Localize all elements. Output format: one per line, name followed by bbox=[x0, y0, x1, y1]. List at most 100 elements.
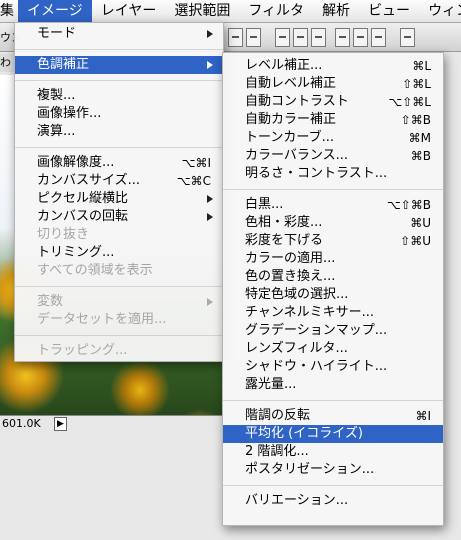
status-menu-button[interactable]: ▶ bbox=[54, 417, 67, 431]
menu-item-image-size[interactable]: 画像解像度... ⌥⌘I bbox=[15, 154, 223, 172]
menu-item-label: 色相・彩度... bbox=[245, 215, 323, 230]
shortcut-label: ⌥⇧⌘B bbox=[386, 198, 431, 212]
menu-select[interactable]: 選択範囲 bbox=[165, 0, 239, 22]
shortcut-label: ⌘M bbox=[408, 131, 431, 145]
distribute-middle-icon[interactable] bbox=[293, 28, 308, 47]
menu-item-auto-color[interactable]: 自動カラー補正 ⇧⌘B bbox=[223, 111, 443, 129]
distribute-right-icon[interactable] bbox=[371, 28, 386, 47]
menu-item-label: 自動カラー補正 bbox=[245, 112, 337, 127]
menu-item-trap: トラッピング... bbox=[15, 342, 223, 360]
menu-item-label: 自動コントラスト bbox=[245, 94, 349, 109]
distribute-center-icon[interactable] bbox=[353, 28, 368, 47]
menu-item-pixel-aspect[interactable]: ピクセル縦横比 bbox=[15, 190, 223, 208]
menu-item-color-balance[interactable]: カラーバランス... ⌘B bbox=[223, 147, 443, 165]
menu-item-label: 自動レベル補正 bbox=[245, 76, 337, 91]
menu-item-label: 階調の反転 bbox=[245, 408, 311, 423]
menu-item-label: 変数 bbox=[37, 294, 64, 309]
menu-item-trim[interactable]: トリミング... bbox=[15, 244, 223, 262]
menu-item-replace-color[interactable]: 色の置き換え... bbox=[223, 268, 443, 286]
shortcut-label: ⇧⌘B bbox=[400, 113, 431, 127]
menu-item-apply-image[interactable]: 画像操作... bbox=[15, 105, 223, 123]
menu-item-black-white[interactable]: 白黒... ⌥⇧⌘B bbox=[223, 196, 443, 214]
menu-item-adjustments[interactable]: 色調補正 bbox=[15, 56, 223, 74]
menu-layer[interactable]: レイヤー bbox=[92, 0, 166, 22]
document-size: 601.0K bbox=[2, 417, 41, 430]
menu-item-label: モード bbox=[37, 26, 77, 41]
menu-bar: 集 イメージ レイヤー 選択範囲 フィルタ 解析 ビュー ウィン bbox=[0, 0, 461, 23]
distribute-left-icon[interactable] bbox=[335, 28, 350, 47]
menu-item-posterize[interactable]: ポスタリゼーション... bbox=[223, 461, 443, 479]
menu-item-duplicate[interactable]: 複製... bbox=[15, 87, 223, 105]
menu-item-canvas-size[interactable]: カンバスサイズ... ⌥⌘C bbox=[15, 172, 223, 190]
menu-item-label: バリエーション... bbox=[245, 493, 349, 508]
menu-item-variations[interactable]: バリエーション... bbox=[223, 492, 443, 510]
menu-analysis[interactable]: 解析 bbox=[313, 0, 359, 22]
menu-item-curves[interactable]: トーンカーブ... ⌘M bbox=[223, 129, 443, 147]
shortcut-label: ⌘I bbox=[415, 409, 431, 423]
menu-item-apply-dataset: データセットを適用... bbox=[15, 311, 223, 329]
auto-align-icon[interactable] bbox=[400, 28, 415, 47]
shortcut-label: ⇧⌘U bbox=[400, 234, 431, 248]
shortcut-label: ⇧⌘L bbox=[402, 77, 431, 91]
menu-item-label: 画像操作... bbox=[37, 106, 102, 121]
menu-item-mode[interactable]: モード bbox=[15, 25, 223, 43]
menu-item-auto-levels[interactable]: 自動レベル補正 ⇧⌘L bbox=[223, 75, 443, 93]
menu-item-selective-color[interactable]: 特定色域の選択... bbox=[223, 286, 443, 304]
submenu-arrow-icon bbox=[207, 195, 213, 203]
menu-item-label: 色調補正 bbox=[37, 57, 90, 72]
menu-item-label: ポスタリゼーション... bbox=[245, 462, 375, 477]
menu-item-label: すべての領域を表示 bbox=[37, 263, 153, 278]
menu-item-channel-mixer[interactable]: チャンネルミキサー... bbox=[223, 304, 443, 322]
separator bbox=[223, 400, 443, 401]
menu-item-auto-contrast[interactable]: 自動コントラスト ⌥⇧⌘L bbox=[223, 93, 443, 111]
separator bbox=[15, 286, 223, 287]
menu-item-label: 色の置き換え... bbox=[245, 269, 336, 284]
menu-item-gradient-map[interactable]: グラデーションマップ... bbox=[223, 322, 443, 340]
menu-image[interactable]: イメージ bbox=[18, 0, 92, 22]
menu-item-label: 2 階調化... bbox=[245, 444, 309, 459]
menu-item-label: トーンカーブ... bbox=[245, 130, 334, 145]
separator bbox=[15, 49, 223, 50]
menu-item-label: 露光量... bbox=[245, 377, 297, 392]
menu-edit[interactable]: 集 bbox=[0, 0, 18, 22]
menu-item-label: 切り抜き bbox=[37, 227, 90, 242]
align-top-icon[interactable] bbox=[228, 28, 243, 47]
menu-item-label: 明るさ・コントラスト... bbox=[245, 166, 388, 181]
menu-item-shadow-highlight[interactable]: シャドウ・ハイライト... bbox=[223, 358, 443, 376]
menu-view[interactable]: ビュー bbox=[359, 0, 419, 22]
menu-filter[interactable]: フィルタ bbox=[239, 0, 313, 22]
menu-item-label: レベル補正... bbox=[245, 58, 323, 73]
submenu-arrow-icon bbox=[207, 298, 213, 306]
distribute-top-icon[interactable] bbox=[275, 28, 290, 47]
submenu-arrow-icon bbox=[207, 61, 213, 69]
menu-item-threshold[interactable]: 2 階調化... bbox=[223, 443, 443, 461]
menu-item-label: トラッピング... bbox=[37, 343, 128, 358]
menu-item-desaturate[interactable]: 彩度を下げる ⇧⌘U bbox=[223, 232, 443, 250]
menu-item-label: カンバスの回転 bbox=[37, 209, 129, 224]
menu-item-label: グラデーションマップ... bbox=[245, 323, 388, 338]
menu-item-crop: 切り抜き bbox=[15, 226, 223, 244]
menu-item-match-color[interactable]: カラーの適用... bbox=[223, 250, 443, 268]
menu-item-label: 彩度を下げる bbox=[245, 233, 324, 248]
menu-window[interactable]: ウィン bbox=[419, 0, 461, 22]
separator bbox=[15, 147, 223, 148]
shortcut-label: ⌘L bbox=[412, 59, 431, 73]
menu-item-label: 特定色域の選択... bbox=[245, 287, 349, 302]
menu-item-photo-filter[interactable]: レンズフィルタ... bbox=[223, 340, 443, 358]
align-middle-icon[interactable] bbox=[246, 28, 261, 47]
menu-item-invert[interactable]: 階調の反転 ⌘I bbox=[223, 407, 443, 425]
menu-item-calculations[interactable]: 演算... bbox=[15, 123, 223, 141]
menu-item-levels[interactable]: レベル補正... ⌘L bbox=[223, 57, 443, 75]
menu-item-variables: 変数 bbox=[15, 293, 223, 311]
menu-item-hue-saturation[interactable]: 色相・彩度... ⌘U bbox=[223, 214, 443, 232]
submenu-arrow-icon bbox=[207, 213, 213, 221]
tab-strip-label: わり bbox=[0, 56, 11, 69]
menu-item-exposure[interactable]: 露光量... bbox=[223, 376, 443, 394]
menu-item-equalize[interactable]: 平均化 (イコライズ) bbox=[223, 425, 443, 443]
submenu-arrow-icon bbox=[207, 30, 213, 38]
menu-item-label: トリミング... bbox=[37, 245, 115, 260]
menu-item-brightness-contrast[interactable]: 明るさ・コントラスト... bbox=[223, 165, 443, 183]
separator bbox=[223, 485, 443, 486]
menu-item-rotate-canvas[interactable]: カンバスの回転 bbox=[15, 208, 223, 226]
distribute-bottom-icon[interactable] bbox=[311, 28, 326, 47]
